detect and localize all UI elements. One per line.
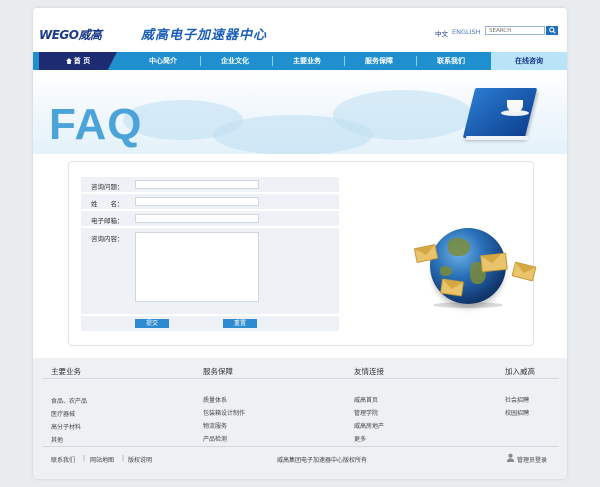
nav-online-consult[interactable]: 在线咨询 (491, 52, 567, 70)
footer-link[interactable]: 质量体系 (203, 395, 227, 404)
email-label: 电子邮箱： (91, 217, 124, 225)
footer-link-copyright-notice[interactable]: 版权说明 (128, 455, 152, 464)
footer-heading-service: 服务保障 (203, 367, 233, 376)
user-icon (506, 453, 515, 462)
link-separator: | (122, 455, 125, 462)
footer-link[interactable]: 威高房地产 (354, 421, 384, 430)
nav-home[interactable]: 首 页 (39, 52, 117, 70)
admin-login-link[interactable]: 管理员登录 (517, 455, 547, 464)
site-title: 威高电子加速器中心 (141, 28, 268, 43)
home-icon (65, 53, 72, 64)
content-textarea[interactable] (135, 232, 259, 302)
book-pages (465, 136, 529, 140)
footer-link[interactable]: 更多 (354, 434, 366, 443)
submit-button[interactable]: 提交 (135, 319, 169, 328)
footer-link[interactable]: 食品、农产品 (51, 396, 87, 405)
footer-link[interactable]: 校园招聘 (505, 408, 529, 417)
nav-item-about[interactable]: 中心简介 (128, 52, 198, 70)
form-row-content: 咨询内容： (81, 228, 339, 314)
footer-link[interactable]: 威高首页 (354, 395, 378, 404)
form-row-email: 电子邮箱： (81, 211, 339, 226)
footer-divider (43, 378, 559, 379)
envelope-icon (480, 252, 508, 273)
footer-link[interactable]: 高分子材料 (51, 422, 81, 431)
form-row-buttons: 提交 重置 (81, 316, 339, 331)
faq-title: FAQ (49, 100, 143, 149)
nav-item-service[interactable]: 服务保障 (344, 52, 414, 70)
footer: 主要业务 服务保障 友情连接 加入威高 食品、农产品 医疗器械 高分子材料 其他… (33, 358, 567, 479)
nav-item-contact[interactable]: 联系我们 (416, 52, 486, 70)
footer-bottom-divider (43, 446, 559, 447)
header: WEGO威高 威高电子加速器中心 中文 ENGLISH (33, 8, 567, 52)
search-input[interactable] (485, 26, 545, 35)
question-label: 咨询问题： (91, 183, 124, 191)
name-input[interactable] (135, 197, 259, 206)
form-row-name: 姓 名： (81, 194, 339, 209)
nav-item-culture[interactable]: 企业文化 (200, 52, 270, 70)
copyright-text: 威高集团电子加速器中心版权所有 (277, 457, 368, 464)
search-icon (548, 27, 556, 34)
link-separator: | (83, 455, 86, 462)
footer-heading-join: 加入威高 (505, 367, 535, 376)
footer-link[interactable]: 物流服务 (203, 421, 227, 430)
content-label: 咨询内容： (91, 235, 124, 243)
footer-link[interactable]: 管理学院 (354, 408, 378, 417)
coffee-cup-image (507, 100, 523, 112)
page: WEGO威高 威高电子加速器中心 中文 ENGLISH 首 页 中心简介 企业文… (33, 8, 567, 479)
consult-form-card: 咨询问题： 姓 名： 电子邮箱： 咨询内容： 提交 重置 (68, 161, 537, 346)
logo[interactable]: WEGO威高 (39, 26, 102, 43)
envelope-icon (440, 278, 464, 297)
footer-link[interactable]: 其他 (51, 435, 63, 444)
footer-link[interactable]: 包装箱设计制作 (203, 408, 245, 417)
footer-link[interactable]: 社会招聘 (505, 395, 529, 404)
faq-banner: FAQ (33, 70, 567, 154)
reset-button[interactable]: 重置 (223, 319, 257, 328)
land-decoration (440, 266, 452, 276)
lang-english-link[interactable]: ENGLISH (452, 28, 481, 36)
question-input[interactable] (135, 180, 259, 189)
footer-link[interactable]: 医疗器械 (51, 409, 75, 418)
footer-link-sitemap[interactable]: 网站地图 (90, 455, 114, 464)
search-button[interactable] (546, 26, 558, 35)
footer-link[interactable]: 产品检测 (203, 434, 227, 443)
envelope-icon (511, 261, 537, 282)
land-decoration (448, 238, 470, 256)
lang-chinese-link[interactable]: 中文 (435, 28, 448, 38)
email-input[interactable] (135, 214, 259, 223)
footer-heading-business: 主要业务 (51, 367, 81, 376)
cloud-decoration (333, 90, 473, 140)
name-label: 姓 名： (91, 200, 124, 208)
nav-item-business[interactable]: 主要业务 (272, 52, 342, 70)
main-nav: 首 页 中心简介 企业文化 主要业务 服务保障 联系我们 在线咨询 (33, 52, 567, 70)
form-row-question: 咨询问题： (81, 177, 339, 192)
nav-home-label: 首 页 (73, 57, 91, 65)
footer-heading-links: 友情连接 (354, 367, 384, 376)
footer-link-contact[interactable]: 联系我们 (51, 455, 75, 464)
